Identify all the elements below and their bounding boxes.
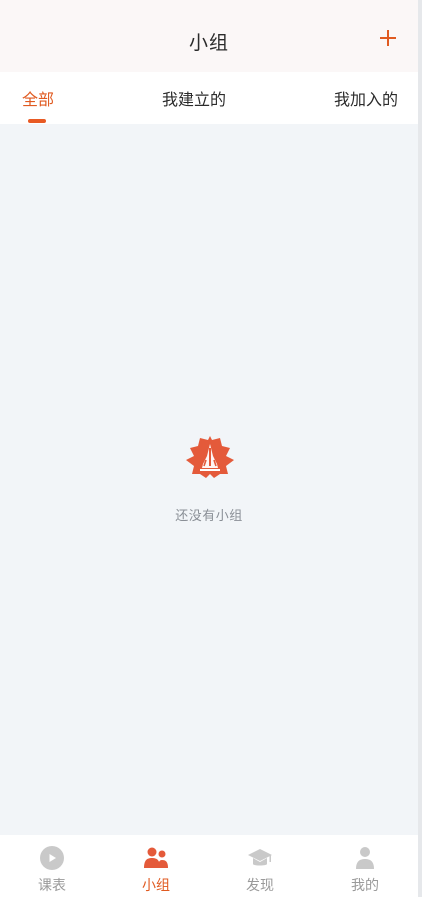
group-icon bbox=[144, 847, 168, 868]
group-filter-tabs: 全部 我建立的 我加入的 bbox=[0, 72, 418, 124]
nav-label-schedule: 课表 bbox=[38, 878, 66, 894]
tab-joined-by-me[interactable]: 我加入的 bbox=[334, 86, 398, 110]
play-circle-icon bbox=[40, 846, 64, 870]
plus-icon bbox=[380, 30, 396, 46]
nav-label-discover: 发现 bbox=[246, 878, 274, 894]
add-group-button[interactable] bbox=[374, 24, 402, 52]
page-title: 小组 bbox=[188, 32, 229, 54]
graduation-cap-icon bbox=[248, 849, 272, 866]
empty-state-text: 还没有小组 bbox=[175, 509, 243, 524]
groups-page: 小组 全部 我建立的 我加入的 还没有小组 课表 小组 发现 我的 bbox=[0, 0, 422, 897]
nav-item-groups[interactable]: 小组 bbox=[104, 835, 208, 897]
nav-item-schedule[interactable]: 课表 bbox=[0, 835, 104, 897]
nav-label-me: 我的 bbox=[351, 878, 379, 894]
scrollbar-track bbox=[418, 0, 422, 897]
nav-item-discover[interactable]: 发现 bbox=[208, 835, 312, 897]
header-bar: 小组 bbox=[0, 0, 418, 72]
tab-all[interactable]: 全部 bbox=[22, 86, 54, 110]
flower-logo-icon bbox=[186, 436, 234, 478]
person-icon bbox=[356, 847, 374, 869]
nav-item-me[interactable]: 我的 bbox=[313, 835, 417, 897]
bottom-navigation: 课表 小组 发现 我的 bbox=[0, 835, 418, 897]
active-tab-indicator bbox=[28, 119, 46, 123]
nav-label-groups: 小组 bbox=[142, 878, 170, 894]
tab-created-by-me[interactable]: 我建立的 bbox=[162, 86, 226, 110]
